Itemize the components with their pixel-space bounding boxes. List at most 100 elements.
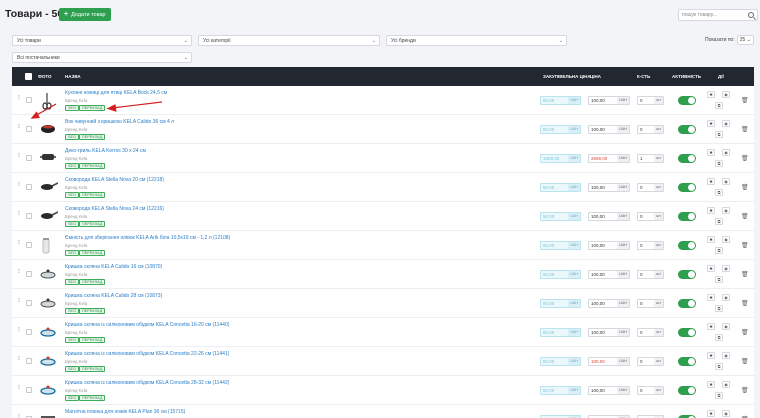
product-name-link[interactable]: Кухонні ножиці для птиці KELA Bock 24,5 … <box>65 90 167 96</box>
active-toggle[interactable] <box>678 241 696 250</box>
translate-badge[interactable]: ПЕРЕКЛАД <box>79 337 106 343</box>
eye-icon[interactable]: ◉ <box>722 207 730 214</box>
row-checkbox[interactable] <box>26 155 32 161</box>
search-icon[interactable] <box>748 12 754 18</box>
per-page-select[interactable]: 25 ⌄ <box>736 35 754 45</box>
seo-badge[interactable]: SEO <box>65 395 80 401</box>
drag-handle-icon[interactable]: ⁝ <box>18 124 20 130</box>
active-toggle[interactable] <box>678 386 696 395</box>
row-checkbox[interactable] <box>26 97 32 103</box>
price-input[interactable]: 100,00 UAH <box>588 299 630 308</box>
product-name-link[interactable]: Вок чавунний з кришкою KELA Calido 36 см… <box>65 119 174 125</box>
active-toggle[interactable] <box>678 212 696 221</box>
star-icon[interactable]: ✱ <box>707 120 715 127</box>
purchase-price-input[interactable]: 50,00 UAH <box>540 270 581 279</box>
drag-handle-icon[interactable]: ⁝ <box>18 240 20 246</box>
quantity-input[interactable]: 0 шт <box>637 183 664 192</box>
star-icon[interactable]: ✱ <box>707 236 715 243</box>
quantity-input[interactable]: 0 шт <box>637 125 664 134</box>
trash-icon[interactable]: 🗑 <box>741 97 749 104</box>
translate-badge[interactable]: ПЕРЕКЛАД <box>79 308 106 314</box>
product-name-link[interactable]: Магнітна планка для ножів KELA Plan 36 с… <box>65 409 185 415</box>
drag-handle-icon[interactable]: ⁝ <box>18 298 20 304</box>
add-product-button[interactable]: + Додати товар <box>59 8 111 21</box>
product-name-link[interactable]: Сковорода KELA Stella Nova 20 см (12218) <box>65 177 164 183</box>
purchase-price-input[interactable]: 1800,00 UAH <box>540 154 581 163</box>
eye-icon[interactable]: ◉ <box>722 265 730 272</box>
product-name-link[interactable]: Кришка скляна із силіконовим обідком KEL… <box>65 351 229 357</box>
eye-icon[interactable]: ◉ <box>722 149 730 156</box>
copy-icon[interactable]: ⧉ <box>715 131 723 138</box>
trash-icon[interactable]: 🗑 <box>741 271 749 278</box>
star-icon[interactable]: ✱ <box>707 178 715 185</box>
translate-badge[interactable]: ПЕРЕКЛАД <box>79 366 106 372</box>
star-icon[interactable]: ✱ <box>707 207 715 214</box>
star-icon[interactable]: ✱ <box>707 323 715 330</box>
quantity-input[interactable]: 0 шт <box>637 241 664 250</box>
quantity-input[interactable]: 1 шт <box>637 154 664 163</box>
active-toggle[interactable] <box>678 183 696 192</box>
eye-icon[interactable]: ◉ <box>722 120 730 127</box>
active-toggle[interactable] <box>678 270 696 279</box>
drag-handle-icon[interactable]: ⁝ <box>18 182 20 188</box>
active-toggle[interactable] <box>678 96 696 105</box>
row-checkbox[interactable] <box>26 271 32 277</box>
copy-icon[interactable]: ⧉ <box>715 363 723 370</box>
translate-badge[interactable]: ПЕРЕКЛАД <box>79 250 106 256</box>
product-name-link[interactable]: Сковорода KELA Stella Nova 24 см (12216) <box>65 206 164 212</box>
copy-icon[interactable]: ⧉ <box>715 334 723 341</box>
copy-icon[interactable]: ⧉ <box>715 189 723 196</box>
seo-badge[interactable]: SEO <box>65 134 80 140</box>
trash-icon[interactable]: 🗑 <box>741 213 749 220</box>
row-checkbox[interactable] <box>26 184 32 190</box>
eye-icon[interactable]: ◉ <box>722 381 730 388</box>
per-page-control[interactable]: Показати по: 25 ⌄ <box>705 35 754 45</box>
row-checkbox[interactable] <box>26 300 32 306</box>
price-input[interactable]: 100,00 UAH <box>588 125 630 134</box>
trash-icon[interactable]: 🗑 <box>741 126 749 133</box>
seo-badge[interactable]: SEO <box>65 337 80 343</box>
search-input[interactable]: пошук товару... <box>678 9 758 21</box>
quantity-input[interactable]: 0 шт <box>637 386 664 395</box>
purchase-price-input[interactable]: 50,00 UAH <box>540 357 581 366</box>
translate-badge[interactable]: ПЕРЕКЛАД <box>79 395 106 401</box>
translate-badge[interactable]: ПЕРЕКЛАД <box>79 221 106 227</box>
translate-badge[interactable]: ПЕРЕКЛАД <box>79 163 106 169</box>
product-name-link[interactable]: Кришка скляна KELA Calido 28 см (10873) <box>65 293 162 299</box>
purchase-price-input[interactable]: 50,00 UAH <box>540 241 581 250</box>
quantity-input[interactable]: 0 шт <box>637 357 664 366</box>
copy-icon[interactable]: ⧉ <box>715 218 723 225</box>
quantity-input[interactable]: 0 шт <box>637 328 664 337</box>
price-input[interactable]: 100,00 UAH <box>588 96 630 105</box>
copy-icon[interactable]: ⧉ <box>715 102 723 109</box>
seo-badge[interactable]: SEO <box>65 366 80 372</box>
translate-badge[interactable]: ПЕРЕКЛАД <box>79 279 106 285</box>
seo-badge[interactable]: SEO <box>65 308 80 314</box>
eye-icon[interactable]: ◉ <box>722 410 730 417</box>
quantity-input[interactable]: 0 шт <box>637 212 664 221</box>
purchase-price-input[interactable]: 50,00 UAH <box>540 328 581 337</box>
eye-icon[interactable]: ◉ <box>722 178 730 185</box>
eye-icon[interactable]: ◉ <box>722 323 730 330</box>
copy-icon[interactable]: ⧉ <box>715 305 723 312</box>
quantity-input[interactable]: 0 шт <box>637 96 664 105</box>
star-icon[interactable]: ✱ <box>707 149 715 156</box>
price-input[interactable]: 100,00 UAH <box>588 212 630 221</box>
row-checkbox[interactable] <box>26 387 32 393</box>
price-input[interactable]: 100,00 UAH <box>588 241 630 250</box>
trash-icon[interactable]: 🗑 <box>741 300 749 307</box>
product-name-link[interactable]: Кришка скляна із силіконовим обідком KEL… <box>65 322 229 328</box>
purchase-price-input[interactable]: 50,00 UAH <box>540 299 581 308</box>
copy-icon[interactable]: ⧉ <box>715 392 723 399</box>
star-icon[interactable]: ✱ <box>707 265 715 272</box>
supplier-filter-select[interactable]: Всі постачальники ⌄ <box>12 52 192 63</box>
trash-icon[interactable]: 🗑 <box>741 184 749 191</box>
drag-handle-icon[interactable]: ⁝ <box>18 211 20 217</box>
copy-icon[interactable]: ⧉ <box>715 247 723 254</box>
seo-badge[interactable]: SEO <box>65 192 80 198</box>
active-toggle[interactable] <box>678 125 696 134</box>
active-toggle[interactable] <box>678 328 696 337</box>
eye-icon[interactable]: ◉ <box>722 236 730 243</box>
purchase-price-input[interactable]: 50,00 UAH <box>540 125 581 134</box>
copy-icon[interactable]: ⧉ <box>715 160 723 167</box>
